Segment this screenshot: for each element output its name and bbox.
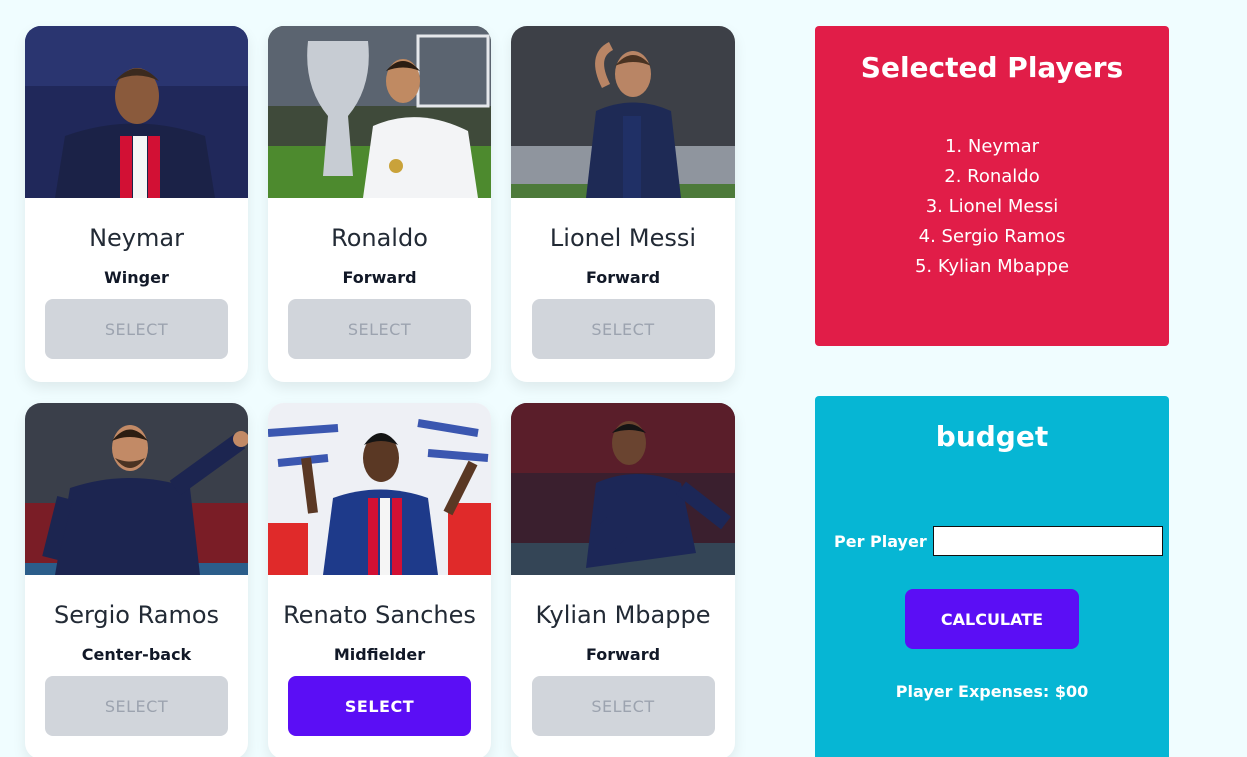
list-item: 5. Kylian Mbappe (914, 256, 1070, 277)
per-player-row: Per Player (834, 526, 1163, 556)
calculate-button[interactable]: CALCULATE (905, 589, 1079, 649)
player-role: Forward (585, 645, 661, 664)
player-photo (25, 26, 248, 198)
player-card: Renato Sanches Midfielder SELECT (268, 403, 491, 757)
select-button[interactable]: SELECT (531, 299, 715, 359)
player-role: Forward (342, 268, 417, 287)
player-role: Winger (104, 268, 169, 287)
player-name: Lionel Messi (549, 224, 697, 252)
list-item: 2. Ronaldo (944, 166, 1040, 187)
select-button[interactable]: SELECT (531, 676, 715, 736)
selected-players-panel: Selected Players 1. Neymar 2. Ronaldo 3.… (815, 26, 1169, 346)
selected-players-title: Selected Players (860, 51, 1124, 84)
player-photo (511, 403, 735, 575)
player-name: Sergio Ramos (53, 601, 220, 629)
per-player-label: Per Player (834, 531, 927, 551)
list-item: 3. Lionel Messi (925, 196, 1059, 217)
player-grid: Neymar Winger SELECT Ronaldo Forward SEL… (25, 26, 735, 757)
page: Neymar Winger SELECT Ronaldo Forward SEL… (0, 0, 1247, 757)
player-name: Kylian Mbappe (535, 601, 711, 629)
list-item: 4. Sergio Ramos (918, 226, 1066, 247)
select-button[interactable]: SELECT (288, 299, 471, 359)
player-name: Neymar (89, 224, 184, 252)
budget-title: budget (935, 420, 1049, 453)
player-card: Kylian Mbappe Forward SELECT (511, 403, 735, 757)
player-role: Center-back (81, 645, 192, 664)
list-item: 1. Neymar (944, 136, 1040, 157)
player-name: Ronaldo (331, 224, 428, 252)
select-button[interactable]: SELECT (45, 299, 228, 359)
player-card: Neymar Winger SELECT (25, 26, 248, 382)
player-photo (25, 403, 248, 575)
budget-panel: budget Per Player CALCULATE Player Expen… (815, 396, 1169, 757)
player-role: Forward (585, 268, 661, 287)
select-button[interactable]: SELECT (45, 676, 228, 736)
player-card: Lionel Messi Forward SELECT (511, 26, 735, 382)
player-card: Sergio Ramos Center-back SELECT (25, 403, 248, 757)
player-role: Midfielder (333, 645, 426, 664)
player-name: Renato Sanches (283, 601, 476, 629)
selected-players-list: 1. Neymar 2. Ronaldo 3. Lionel Messi 4. … (815, 132, 1169, 282)
player-photo (268, 403, 491, 575)
per-player-input[interactable] (932, 526, 1163, 556)
player-photo (511, 26, 735, 198)
player-expenses-text: Player Expenses: $00 (895, 682, 1089, 701)
player-card: Ronaldo Forward SELECT (268, 26, 491, 382)
player-photo (268, 26, 491, 198)
select-button[interactable]: SELECT (288, 676, 471, 736)
